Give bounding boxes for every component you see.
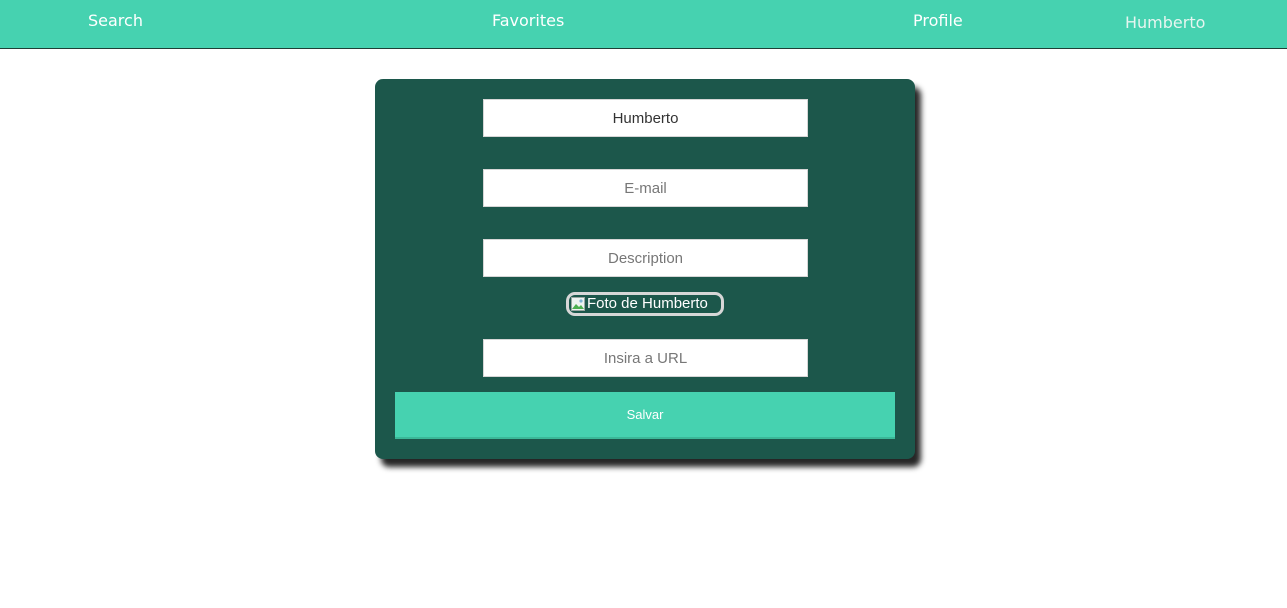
profile-photo-alt-text: Foto de Humberto [587,295,708,312]
email-input[interactable] [483,169,808,207]
nav-profile-link[interactable]: Profile [913,12,963,30]
nav-search-link[interactable]: Search [88,12,143,30]
top-navbar: Search Favorites Profile Humberto [0,0,1287,49]
nav-favorites-link[interactable]: Favorites [492,12,564,30]
broken-image-icon [571,297,585,311]
profile-form-card: Foto de Humberto Salvar [375,79,915,459]
profile-photo: Foto de Humberto [566,292,724,316]
description-input[interactable] [483,239,808,277]
name-input[interactable] [483,99,808,137]
save-button[interactable]: Salvar [395,392,895,439]
photo-url-input[interactable] [483,339,808,377]
nav-user-name: Humberto [1125,13,1206,32]
